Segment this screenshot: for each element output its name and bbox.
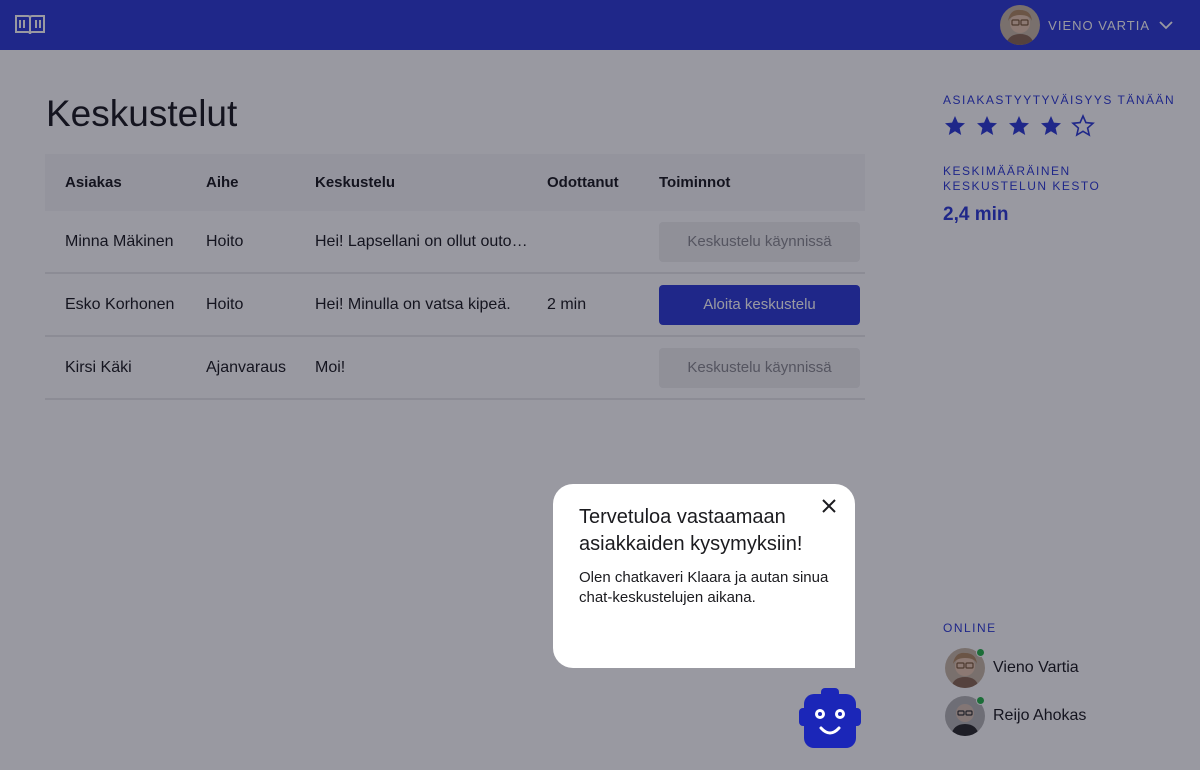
robot-assistant-icon[interactable] [799, 688, 861, 750]
welcome-popup: Tervetuloa vastaamaan asiakkaiden kysymy… [553, 484, 855, 668]
popup-title: Tervetuloa vastaamaan asiakkaiden kysymy… [579, 506, 803, 555]
popup-body: Olen chatkaveri Klaara ja autan sinua ch… [579, 569, 829, 606]
close-icon[interactable] [821, 498, 837, 514]
